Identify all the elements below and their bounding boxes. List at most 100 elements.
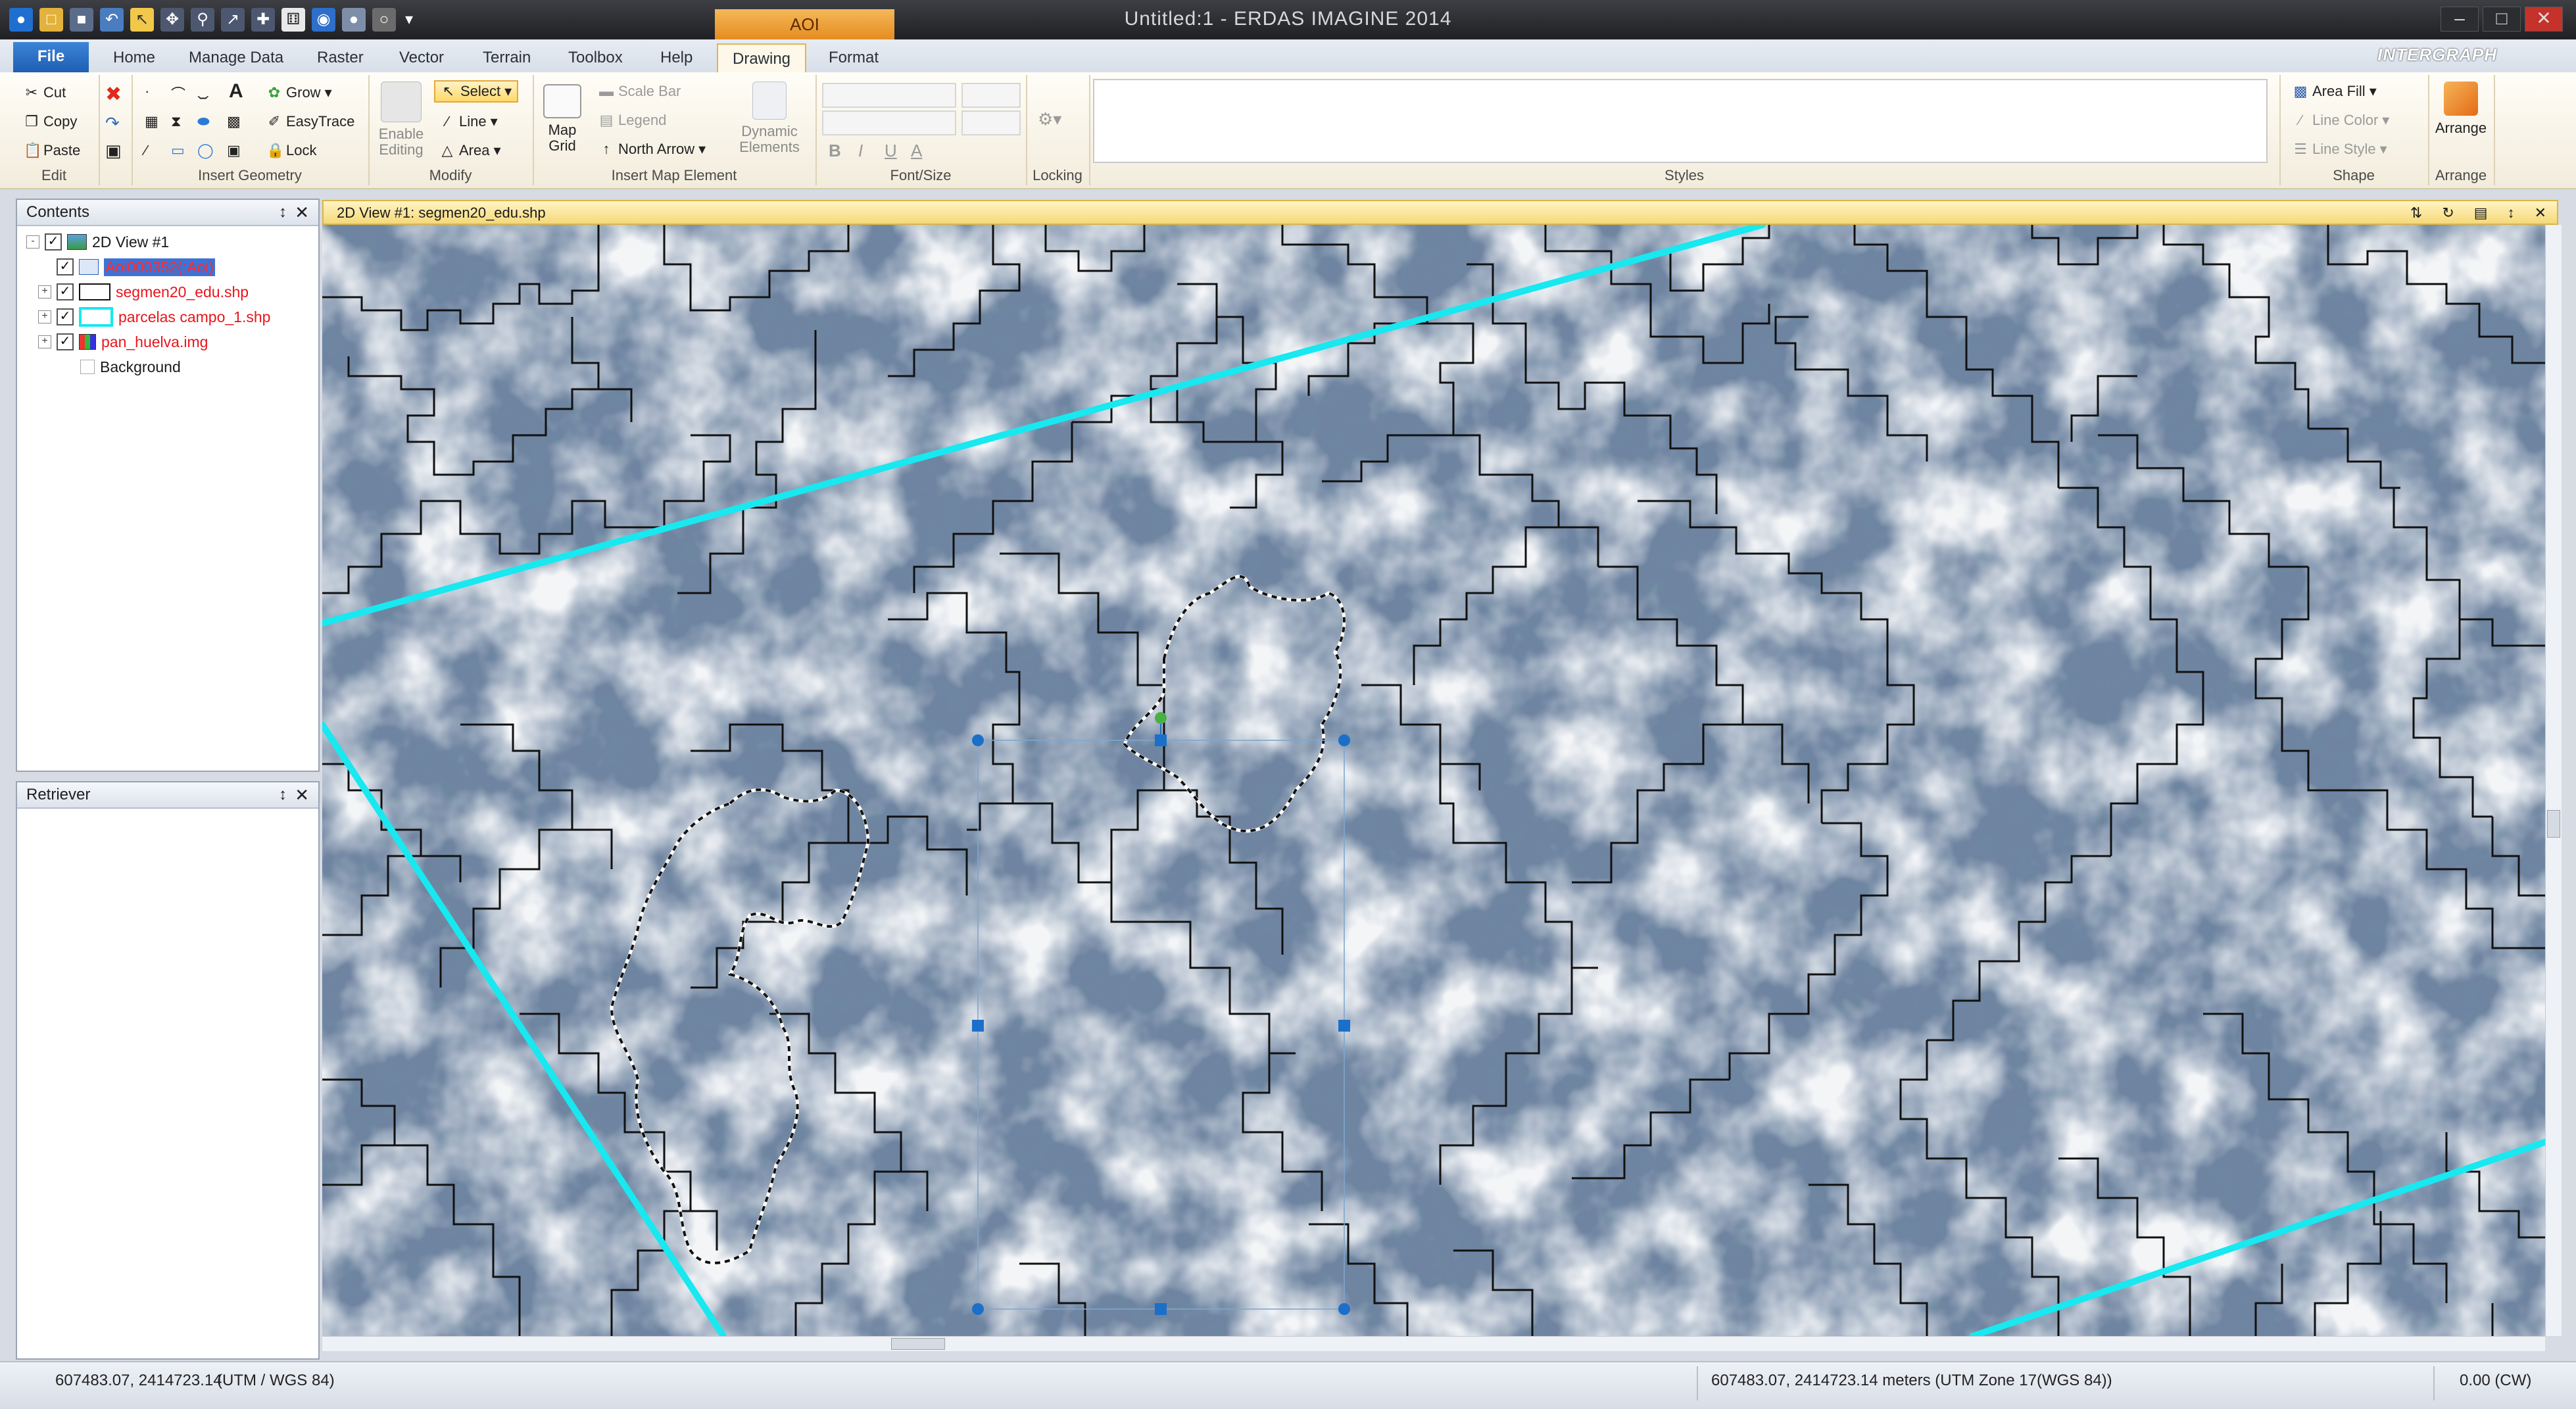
handle-top-right[interactable] bbox=[1338, 734, 1350, 746]
tab-terrain[interactable]: Terrain bbox=[468, 43, 545, 72]
north-arrow-button[interactable]: ↑ North Arrow ▾ bbox=[598, 141, 706, 158]
delete-icon[interactable]: ✖ bbox=[105, 83, 122, 106]
grow-button[interactable]: ✿ Grow ▾ bbox=[266, 84, 332, 101]
close-icon[interactable]: ✕ bbox=[295, 200, 309, 225]
checkbox-icon[interactable]: ✓ bbox=[57, 258, 74, 275]
lock-button[interactable]: 🔒 Lock bbox=[266, 142, 316, 159]
redo-icon[interactable]: ↷ bbox=[105, 113, 120, 133]
area-fill-button[interactable]: ▩ Area Fill ▾ bbox=[2293, 83, 2377, 100]
tab-manage-data[interactable]: Manage Data bbox=[174, 43, 298, 72]
font-style-combo[interactable] bbox=[822, 110, 956, 135]
checkbox-icon[interactable]: ✓ bbox=[57, 333, 74, 350]
handle-middle-right[interactable] bbox=[1338, 1020, 1350, 1032]
line-draw-icon[interactable]: ∕ bbox=[145, 142, 147, 159]
checkbox-icon[interactable]: ✓ bbox=[57, 283, 74, 300]
dynamic-elements-button[interactable]: Dynamic Elements bbox=[730, 82, 809, 155]
handle-top-middle[interactable] bbox=[1155, 734, 1167, 746]
bold-button[interactable]: B bbox=[829, 141, 841, 161]
line-style-button[interactable]: ☰ Line Style ▾ bbox=[2293, 141, 2387, 158]
close-button[interactable]: ✕ bbox=[2525, 7, 2563, 32]
arrange-button[interactable]: Arrange bbox=[2432, 82, 2490, 137]
scale-bar-button[interactable]: ▬ Scale Bar bbox=[598, 83, 681, 100]
tab-format[interactable]: Format bbox=[814, 43, 893, 72]
tab-toolbox[interactable]: Toolbox bbox=[554, 43, 637, 72]
tree-item-background[interactable]: Background bbox=[80, 355, 181, 379]
expand-icon[interactable]: + bbox=[38, 335, 51, 348]
copy-button[interactable]: ❐ Copy bbox=[24, 113, 77, 130]
rotate-handle[interactable] bbox=[1155, 712, 1167, 724]
link-icon[interactable]: ⇅ bbox=[2410, 201, 2422, 225]
underline-button[interactable]: U bbox=[885, 141, 897, 161]
paste-button[interactable]: 📋 Paste bbox=[24, 142, 80, 159]
abc-icon[interactable]: ▣ bbox=[227, 142, 241, 159]
handle-top-left[interactable] bbox=[972, 734, 984, 746]
pin-icon[interactable]: ↕ bbox=[279, 200, 287, 225]
tree-item-segmen20[interactable]: + ✓ segmen20_edu.shp bbox=[38, 280, 249, 304]
map-grid-button[interactable]: Map Grid bbox=[539, 84, 585, 154]
contents-panel: Contents ↕ ✕ - ✓ 2D View #1 ✓ Aoi000352(… bbox=[16, 199, 320, 772]
handle-bottom-middle[interactable] bbox=[1155, 1303, 1167, 1315]
select-button[interactable]: ↖ Select ▾ bbox=[434, 80, 519, 103]
easytrace-button[interactable]: ✐ EasyTrace bbox=[266, 113, 355, 130]
font-color-button[interactable]: A bbox=[911, 141, 922, 161]
point-icon[interactable]: · bbox=[145, 83, 149, 100]
group-shape-label: Shape bbox=[2333, 167, 2375, 183]
tree-item-aoi[interactable]: ✓ Aoi000352(:Aoi) bbox=[57, 255, 215, 279]
enable-editing-button[interactable]: Enable Editing bbox=[375, 82, 427, 158]
map-canvas[interactable] bbox=[322, 225, 2545, 1336]
text-icon[interactable]: A bbox=[229, 80, 243, 103]
tab-vector[interactable]: Vector bbox=[385, 43, 458, 72]
collapse-icon[interactable]: - bbox=[26, 235, 39, 249]
sync-icon[interactable]: ↻ bbox=[2442, 201, 2454, 225]
italic-button[interactable]: I bbox=[858, 141, 863, 161]
tree-item-2d-view[interactable]: - ✓ 2D View #1 bbox=[26, 230, 169, 254]
tab-raster[interactable]: Raster bbox=[303, 43, 378, 72]
checkbox-icon[interactable]: ✓ bbox=[45, 233, 62, 251]
area-button[interactable]: △ Area ▾ bbox=[439, 142, 501, 159]
pin-icon[interactable]: ↕ bbox=[2508, 201, 2515, 225]
line-button[interactable]: ∕ Line ▾ bbox=[439, 113, 497, 130]
expand-icon[interactable]: + bbox=[38, 310, 51, 323]
locking-toggle-icon[interactable]: ⚙▾ bbox=[1038, 109, 1061, 130]
handle-bottom-right[interactable] bbox=[1338, 1303, 1350, 1315]
close-icon[interactable]: ✕ bbox=[295, 782, 309, 807]
styles-gallery[interactable] bbox=[1093, 79, 2268, 163]
grid-icon[interactable]: ▦ bbox=[145, 113, 158, 130]
tab-file[interactable]: File bbox=[13, 42, 89, 72]
font-scale-combo[interactable] bbox=[961, 110, 1021, 135]
vertical-scrollbar[interactable] bbox=[2545, 225, 2562, 1336]
tab-help[interactable]: Help bbox=[646, 43, 707, 72]
ribbon-tabs: File Home Manage Data Raster Vector Terr… bbox=[0, 39, 2576, 74]
handle-middle-left[interactable] bbox=[972, 1020, 984, 1032]
minimize-button[interactable]: – bbox=[2441, 7, 2479, 32]
legend-button[interactable]: ▤ Legend bbox=[598, 112, 667, 129]
close-icon[interactable]: ✕ bbox=[2535, 201, 2546, 225]
tree-item-parcelas[interactable]: + ✓ parcelas campo_1.shp bbox=[38, 305, 271, 329]
pin-icon[interactable]: ↕ bbox=[279, 782, 287, 807]
horizontal-scrollbar[interactable] bbox=[322, 1336, 2545, 1351]
tab-drawing[interactable]: Drawing bbox=[717, 43, 807, 74]
handle-bottom-left[interactable] bbox=[972, 1303, 984, 1315]
image-icon[interactable]: ▩ bbox=[227, 113, 241, 130]
vertical-scroll-thumb[interactable] bbox=[2547, 810, 2560, 838]
rectangle-icon[interactable]: ▭ bbox=[171, 142, 185, 159]
ellipse-icon[interactable]: ⬬ bbox=[197, 113, 210, 130]
cut-button[interactable]: ✂ Cut bbox=[24, 84, 66, 101]
clipboard-icon[interactable]: ▣ bbox=[105, 141, 122, 161]
tree-item-label: parcelas campo_1.shp bbox=[118, 308, 271, 325]
horizontal-scroll-thumb[interactable] bbox=[891, 1338, 945, 1350]
checkbox-icon[interactable]: ✓ bbox=[57, 308, 74, 325]
expand-icon[interactable]: + bbox=[38, 285, 51, 299]
page-icon[interactable]: ▤ bbox=[2474, 201, 2488, 225]
polyline-icon[interactable]: ⏡ bbox=[197, 83, 209, 100]
tree-item-pan-huelva[interactable]: + ✓ pan_huelva.img bbox=[38, 330, 208, 354]
font-name-combo[interactable] bbox=[822, 83, 956, 108]
group-insert-map-element-label: Insert Map Element bbox=[611, 167, 737, 183]
lasso-icon[interactable]: ⧗ bbox=[171, 113, 181, 130]
tab-home[interactable]: Home bbox=[99, 43, 170, 72]
arc-icon[interactable]: ⌒ bbox=[171, 83, 185, 104]
maximize-button[interactable]: □ bbox=[2483, 7, 2521, 32]
font-size-combo[interactable] bbox=[961, 83, 1021, 108]
line-color-button[interactable]: ∕ Line Color ▾ bbox=[2293, 112, 2389, 129]
circle-icon[interactable]: ◯ bbox=[197, 142, 214, 159]
